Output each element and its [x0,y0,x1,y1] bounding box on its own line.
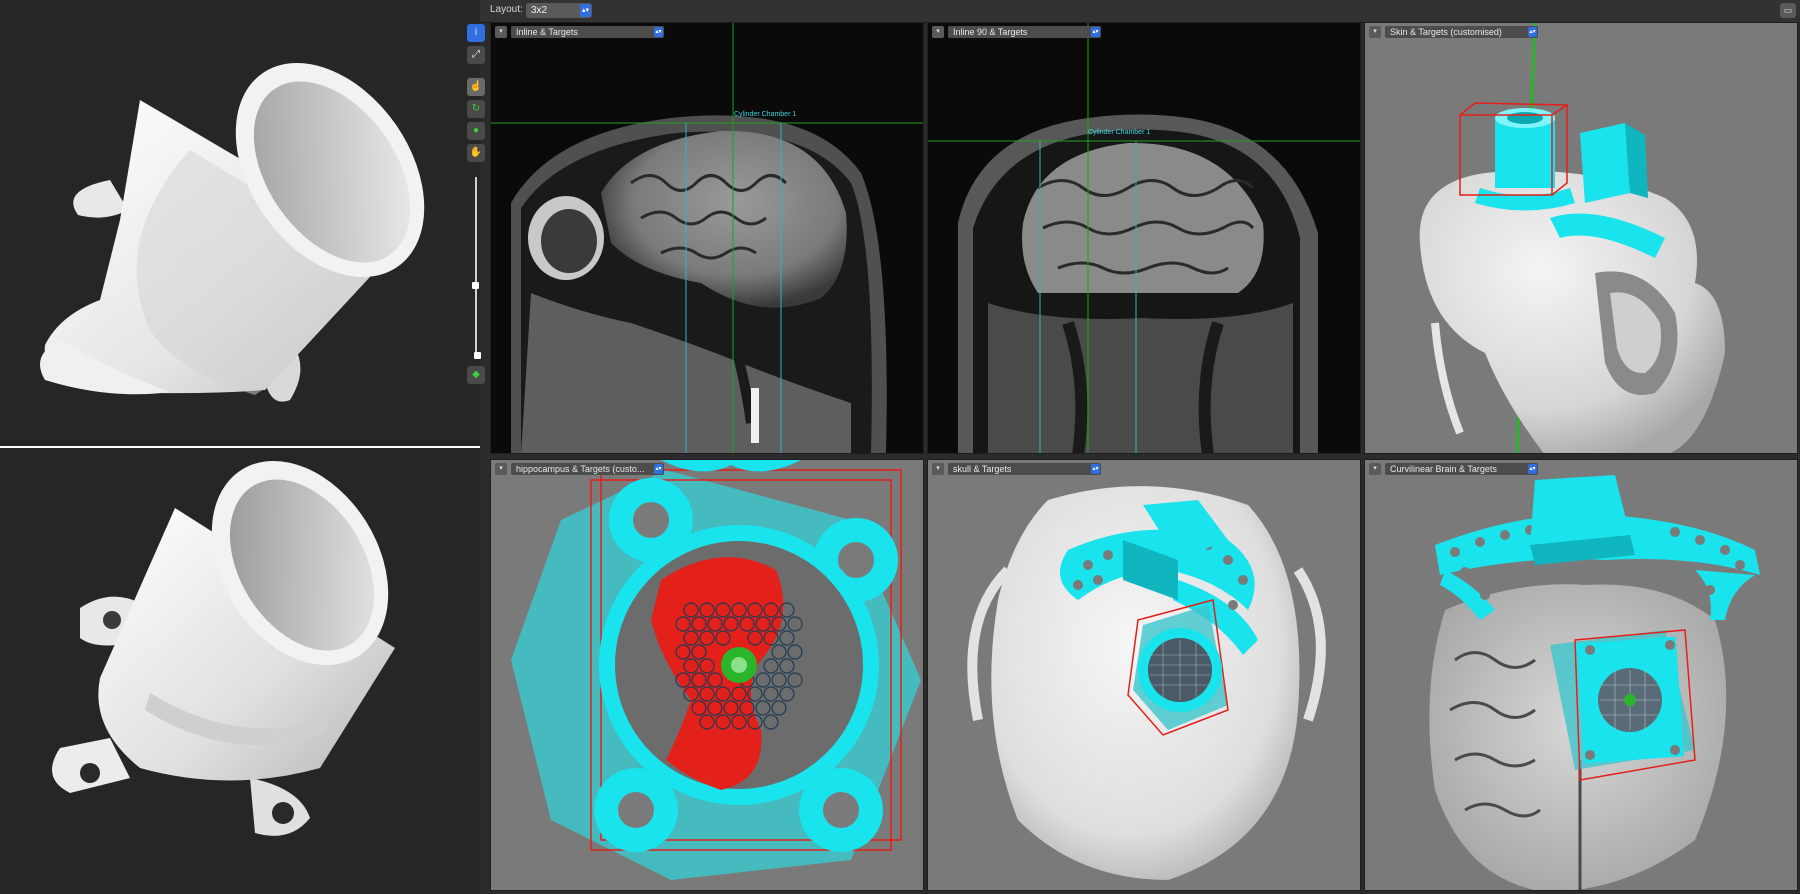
chamber-render-bottom [0,448,480,894]
select-arrows-icon: ▴▾ [654,27,663,37]
view-hippocampus-targets[interactable]: ▾ hippocampus & Targets (custo... ▴▾ [490,459,924,891]
view-source-select[interactable]: Inline & Targets ▴▾ [511,26,664,38]
view-menu-chevron-icon[interactable]: ▾ [495,463,507,475]
view-source-select[interactable]: Curvilinear Brain & Targets ▴▾ [1385,463,1538,475]
info-icon[interactable]: i [467,24,485,42]
select-arrows-icon: ▴▾ [580,4,591,17]
view-menu-chevron-icon[interactable]: ▾ [932,26,944,38]
view-source-select[interactable]: Inline 90 & Targets ▴▾ [948,26,1101,38]
panel-toggle-icon[interactable]: ▭ [1780,3,1796,18]
view-curvilinear-brain-targets[interactable]: ▾ Curvilinear Brain & Targets ▴▾ [1364,459,1798,891]
select-arrows-icon: ▴▾ [654,464,663,474]
globe-icon[interactable]: ● [467,122,485,140]
view-skin-targets[interactable]: ▾ Skin & Targets (customised) ▴▾ [1364,22,1798,454]
view-title: skull & Targets [953,464,1012,474]
slider-knob-1[interactable] [472,282,479,289]
view-title: Inline 90 & Targets [953,27,1028,37]
left-render-panel [0,0,480,894]
slider-knob-2[interactable] [474,352,481,359]
layout-label: Layout: [490,4,523,15]
select-arrows-icon: ▴▾ [1091,27,1100,37]
view-inline-90-targets[interactable]: Cylinder Chamber 1 ▾ Inline 90 & Targets… [927,22,1361,454]
view-title: hippocampus & Targets (custo... [516,464,645,474]
rotate-icon[interactable]: ↻ [467,100,485,118]
slider-track[interactable] [475,177,477,357]
green-tool-icon[interactable]: ◆ [467,366,485,384]
top-toolbar: Layout: 3x2 ▴▾ ▭ [480,0,1800,23]
view-menu-chevron-icon[interactable]: ▾ [495,26,507,38]
view-inline-targets[interactable]: Cylinder Chamber 1 ▾ Inline & Targets ▴▾ [490,22,924,454]
chamber-render-top [0,0,480,446]
layout-value: 3x2 [531,5,548,16]
view-source-select[interactable]: Skin & Targets (customised) ▴▾ [1385,26,1538,38]
fullscreen-icon[interactable]: ⤢ [467,46,485,64]
select-arrows-icon: ▴▾ [1528,27,1537,37]
view-title: Skin & Targets (customised) [1390,27,1502,37]
hand-icon[interactable]: ✋ [467,144,485,162]
pointer-icon[interactable]: ☝ [467,78,485,96]
chamber-annotation: Cylinder Chamber 1 [1088,129,1151,136]
view-source-select[interactable]: skull & Targets ▴▾ [948,463,1101,475]
view-menu-chevron-icon[interactable]: ▾ [1369,26,1381,38]
view-title: Inline & Targets [516,27,578,37]
chamber-annotation: Cylinder Chamber 1 [734,111,797,118]
view-title: Curvilinear Brain & Targets [1390,464,1497,474]
view-menu-chevron-icon[interactable]: ▾ [932,463,944,475]
select-arrows-icon: ▴▾ [1528,464,1537,474]
view-skull-targets[interactable]: ▾ skull & Targets ▴▾ [927,459,1361,891]
view-menu-chevron-icon[interactable]: ▾ [1369,463,1381,475]
view-source-select[interactable]: hippocampus & Targets (custo... ▴▾ [511,463,664,475]
select-arrows-icon: ▴▾ [1091,464,1100,474]
layout-select[interactable]: 3x2 ▴▾ [526,3,592,18]
